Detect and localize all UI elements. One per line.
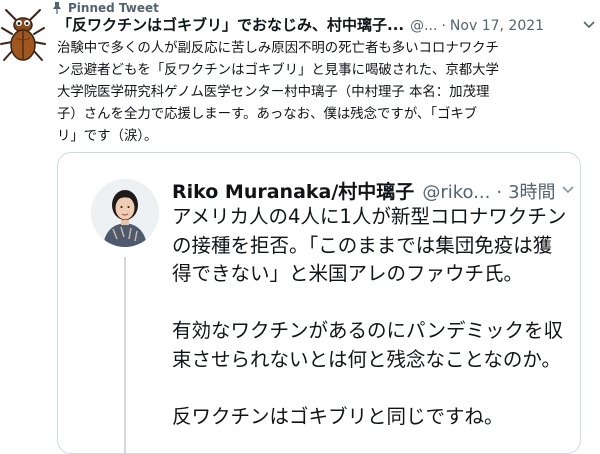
quoted-text-line: 反ワクチンはゴキブリと同じですね。 [172, 404, 504, 428]
tweet-text-line: 治験中で多くの人が副反応に苦しみ原因不明の死亡者も多いコロナワクチ [57, 41, 499, 56]
avatar[interactable] [0, 8, 46, 66]
quoted-text-line: 束させられないとは何と残念なことなのか。 [172, 347, 562, 371]
quoted-tweet-text: アメリカ人の4人に1人が新型コロナワクチン の接種を拒否。「このままでは集団免疫… [172, 203, 576, 431]
tweet-text-line: リ」です（涙）。 [57, 129, 158, 144]
separator-dot: · [496, 182, 503, 203]
quoted-text-line: 得できない」と米国アレのファウチ氏。 [172, 262, 524, 285]
tweet-text-line: 大学院医学研究科ゲノム医学センター村中璃子（中村理子 本名：加茂理 [57, 85, 490, 100]
quoted-tweet-card[interactable]: Riko Muranaka/村中璃子 @riko... · 3時間 アメリカ人の… [57, 152, 581, 454]
quoted-tweet-header: Riko Muranaka/村中璃子 @riko... · 3時間 [172, 177, 572, 205]
quoted-text-line: 有効なワクチンがあるのにパンデミックを収 [172, 319, 563, 342]
quoted-author-handle[interactable]: @riko... [422, 182, 490, 203]
separator-dot: · [441, 18, 446, 34]
tweet-text: 治験中で多くの人が副反応に苦しみ原因不明の死亡者も多いコロナワクチ ン忌避者ども… [57, 38, 600, 148]
tweet-date[interactable]: Nov 17, 2021 [450, 18, 544, 34]
author-name[interactable]: 「反ワクチンはゴキブリ」でおなじみ、村中璃子... [57, 14, 404, 35]
tweet-text-line: ン忌避者どもを「反ワクチンはゴキブリ」と見事に喝破された、京都大学 [57, 63, 499, 78]
tweet-text-line: 子）さんを全力で応援しまーす。あっなお、僕は残念ですが、「ゴキブ [57, 107, 478, 122]
quoted-tweet-time[interactable]: 3時間 [508, 178, 555, 204]
more-options-icon[interactable] [582, 20, 596, 30]
pinned-label: Pinned Tweet [68, 1, 159, 15]
quoted-author-avatar[interactable] [91, 179, 159, 247]
pin-icon [53, 2, 61, 14]
tweet-header: 「反ワクチンはゴキブリ」でおなじみ、村中璃子... @... · Nov 17,… [57, 14, 597, 36]
quoted-text-line: アメリカ人の4人に1人が新型コロナワクチン [172, 205, 567, 228]
quoted-text-line: の接種を拒否。「このままでは集団免疫は獲 [172, 233, 553, 257]
author-handle[interactable]: @... [410, 18, 437, 34]
thread-line [124, 257, 126, 453]
quoted-more-options-icon[interactable] [561, 185, 575, 195]
quoted-author-name[interactable]: Riko Muranaka/村中璃子 [172, 177, 414, 204]
